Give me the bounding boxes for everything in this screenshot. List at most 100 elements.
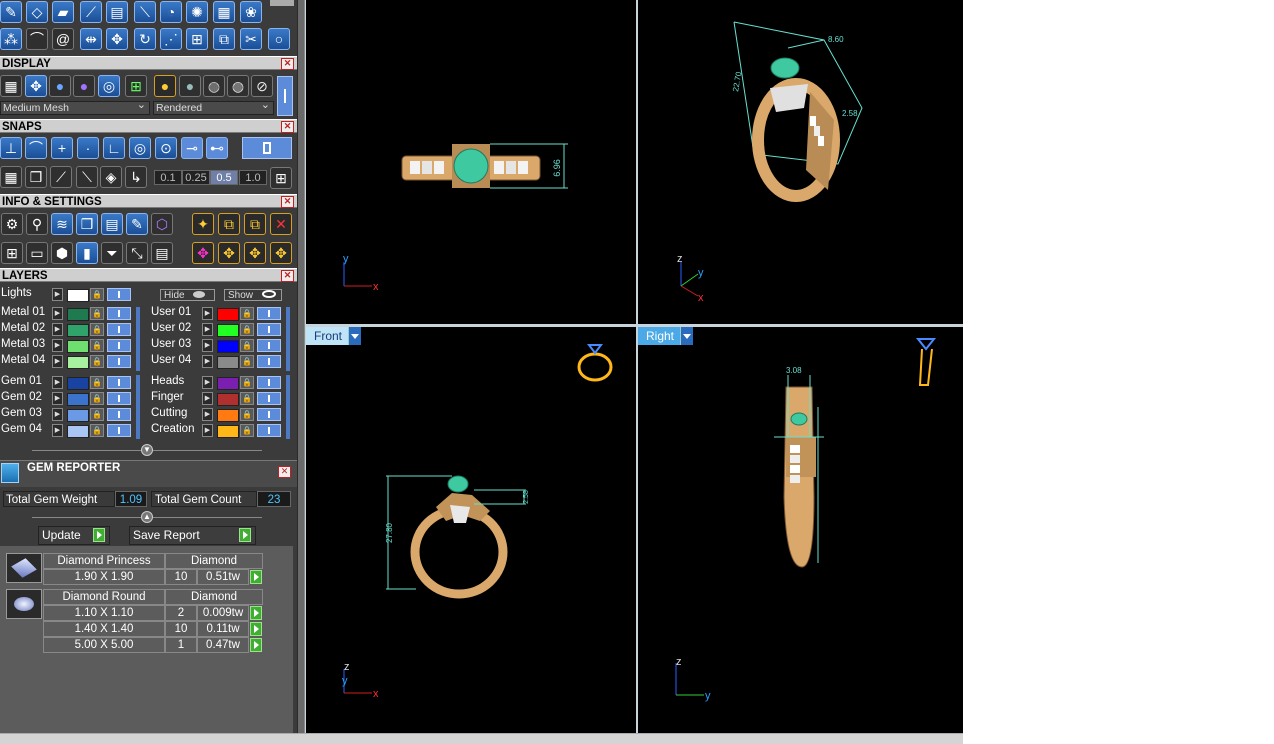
layer-row[interactable]: Metal 03 ▶ 🔒 (0, 338, 140, 353)
layer-color-swatch[interactable] (217, 340, 239, 353)
link-icon[interactable]: ⊞ (186, 28, 208, 50)
scissors-icon[interactable]: ✂ (240, 28, 262, 50)
visibility-toggle[interactable] (107, 288, 131, 301)
move-icon[interactable]: ✥ (106, 28, 128, 50)
curve-icon[interactable]: ⌒ (26, 28, 48, 50)
layer-row[interactable]: User 01 ▶ 🔒 (150, 306, 290, 321)
mesh-select[interactable]: Medium Mesh (0, 99, 150, 115)
sphere-silver-icon[interactable]: ● (179, 75, 201, 97)
flower-icon[interactable]: ❀ (240, 1, 262, 23)
lock-icon[interactable]: 🔒 (90, 307, 104, 320)
lock-icon[interactable]: 🔒 (90, 323, 104, 336)
close-icon[interactable]: ✕ (281, 270, 294, 282)
visibility-toggle[interactable] (257, 392, 281, 405)
layer-row[interactable]: Gem 04 ▶ 🔒 (0, 423, 140, 438)
select-gem-button[interactable] (250, 606, 262, 620)
play-icon[interactable]: ▶ (52, 307, 63, 320)
visibility-toggle[interactable] (257, 355, 281, 368)
layer-row[interactable]: Cutting ▶ 🔒 (150, 407, 290, 422)
report-icon[interactable]: ▤ (151, 242, 173, 264)
lock-icon[interactable]: 🔒 (90, 392, 104, 405)
layers-section-header[interactable]: LAYERS ✕ (0, 268, 297, 282)
viewport-right[interactable]: Right 3.08 z y (638, 327, 963, 733)
document-icon[interactable]: ▤ (106, 1, 128, 23)
lock-icon[interactable]: 🔒 (240, 355, 254, 368)
display-section-header[interactable]: DISPLAY ✕ (0, 56, 297, 70)
mid-snap-icon[interactable]: ⊸ (181, 137, 203, 159)
point-snap-icon[interactable]: · (77, 137, 99, 159)
snap-toggle-button[interactable] (242, 137, 292, 159)
cutter-icon[interactable]: ⟍ (134, 1, 156, 23)
layer-row[interactable]: Metal 01 ▶ 🔒 (0, 306, 140, 321)
box-icon[interactable]: ⬢ (51, 242, 73, 264)
lock-icon[interactable]: 🔒 (240, 376, 254, 389)
near-snap-icon[interactable]: ⊷ (206, 137, 228, 159)
visibility-toggle[interactable] (107, 307, 131, 320)
lock-icon[interactable]: 🔒 (240, 307, 254, 320)
collapse-icon[interactable]: ▲ (141, 511, 153, 523)
select-gem-button[interactable] (250, 622, 262, 636)
select-gem-button[interactable] (250, 638, 262, 652)
circle-snap-icon[interactable]: ⊙ (155, 137, 177, 159)
play-icon[interactable]: ▶ (202, 339, 213, 352)
close-icon[interactable]: ✕ (281, 58, 294, 70)
book-icon[interactable]: ▮ (76, 242, 98, 264)
layer-color-swatch[interactable] (217, 425, 239, 438)
script-icon[interactable]: ▤ (101, 213, 123, 235)
play-icon[interactable]: ▶ (52, 339, 63, 352)
play-icon[interactable]: ▶ (202, 376, 213, 389)
layer-color-swatch[interactable] (67, 356, 89, 369)
visibility-toggle[interactable] (107, 323, 131, 336)
search-icon[interactable]: ⚲ (26, 213, 48, 235)
display-toggle-button[interactable] (277, 76, 293, 116)
intersect-snap-icon[interactable]: + (51, 137, 73, 159)
save-report-button[interactable]: Save Report (129, 526, 256, 545)
play-icon[interactable]: ▶ (52, 323, 63, 336)
tool-b-icon[interactable]: ✥ (218, 242, 240, 264)
lock-icon[interactable]: 🔒 (240, 424, 254, 437)
lock-icon[interactable]: 🔒 (90, 408, 104, 421)
snap-value-2[interactable]: 0.5 (210, 170, 238, 185)
lock-icon[interactable]: 🔒 (240, 339, 254, 352)
sketch-icon[interactable]: ✎ (0, 1, 22, 23)
snaps-section-header[interactable]: SNAPS ✕ (0, 119, 297, 133)
settings-icon[interactable]: ⚙ (1, 213, 23, 235)
visibility-toggle[interactable] (107, 424, 131, 437)
play-icon[interactable]: ▶ (52, 288, 63, 301)
layer-color-swatch[interactable] (67, 425, 89, 438)
delete-icon[interactable]: ✕ (270, 213, 292, 235)
layer-color-swatch[interactable] (67, 308, 89, 321)
lock-icon[interactable]: 🔒 (240, 408, 254, 421)
filter-icon[interactable]: ⏷ (101, 242, 123, 264)
curve-snap-icon[interactable]: ⌒ (25, 137, 47, 159)
visibility-toggle[interactable] (107, 392, 131, 405)
layer-color-swatch[interactable] (67, 340, 89, 353)
layer-row[interactable]: Heads ▶ 🔒 (150, 375, 290, 390)
play-icon[interactable]: ▶ (202, 355, 213, 368)
layer-color-swatch[interactable] (67, 324, 89, 337)
snap-value-3[interactable]: 1.0 (239, 170, 267, 185)
cluster-icon[interactable]: ⁂ (0, 28, 22, 50)
lights-color-swatch[interactable] (67, 289, 89, 302)
pave-icon[interactable]: ✺ (186, 1, 208, 23)
layer-row[interactable]: Gem 03 ▶ 🔒 (0, 407, 140, 422)
edit-icon[interactable]: ✎ (126, 213, 148, 235)
sphere-blue-icon[interactable]: ● (49, 75, 71, 97)
layer-row[interactable]: Metal 02 ▶ 🔒 (0, 322, 140, 337)
gem-icon[interactable]: ◇ (26, 1, 48, 23)
layer-row[interactable]: Gem 01 ▶ 🔒 (0, 375, 140, 390)
cube-snap-icon[interactable]: ❒ (25, 166, 47, 188)
tool-d-icon[interactable]: ✥ (270, 242, 292, 264)
center-snap-icon[interactable]: ◎ (129, 137, 151, 159)
show-button[interactable]: Show (224, 289, 282, 301)
play-icon[interactable]: ▶ (202, 392, 213, 405)
paste-icon[interactable]: ⧉ (244, 213, 266, 235)
play-icon[interactable]: ▶ (52, 408, 63, 421)
play-icon[interactable]: ▶ (52, 424, 63, 437)
perp-snap-icon[interactable]: ∟ (103, 137, 125, 159)
layer-color-swatch[interactable] (217, 409, 239, 422)
layer-row[interactable]: User 02 ▶ 🔒 (150, 322, 290, 337)
info-section-header[interactable]: INFO & SETTINGS ✕ (0, 194, 297, 208)
panel-splitter[interactable] (297, 0, 305, 743)
layer-color-swatch[interactable] (217, 308, 239, 321)
